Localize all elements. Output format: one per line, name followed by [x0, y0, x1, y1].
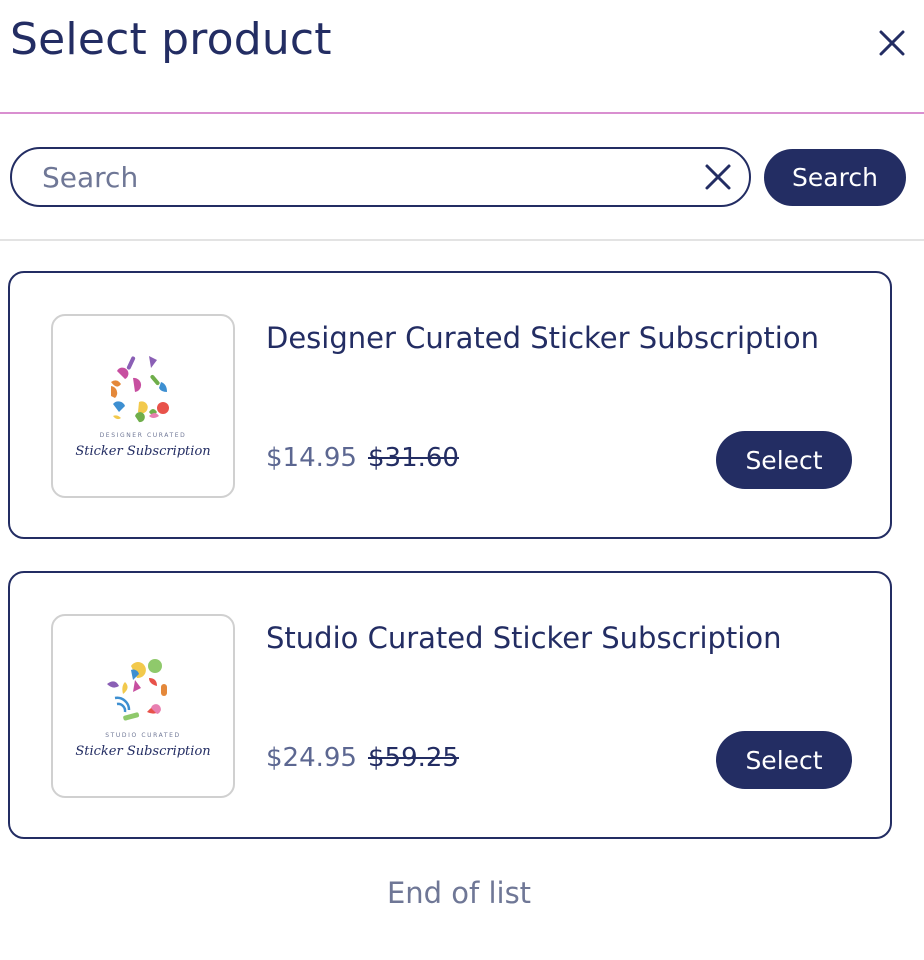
search-input[interactable]: [42, 155, 682, 199]
original-price: $31.60: [368, 443, 459, 473]
sticker-logo-image: STUDIO CURATED Sticker Subscription: [75, 659, 211, 759]
svg-text:DESIGNER CURATED: DESIGNER CURATED: [100, 432, 187, 439]
product-name: Studio Curated Sticker Subscription: [266, 621, 782, 655]
close-icon: [879, 30, 905, 56]
close-button[interactable]: [872, 23, 912, 63]
modal-header: Select product: [0, 0, 924, 114]
product-card: STUDIO CURATED Sticker Subscription Stud…: [8, 571, 892, 839]
clear-icon: [705, 164, 731, 190]
product-card: DESIGNER CURATED Sticker Subscription De…: [8, 271, 892, 539]
modal-title: Select product: [10, 14, 332, 65]
search-bar: Search: [0, 114, 924, 241]
sale-price: $14.95: [266, 443, 357, 473]
svg-text:STUDIO CURATED: STUDIO CURATED: [105, 732, 181, 739]
svg-text:Sticker Subscription: Sticker Subscription: [75, 444, 210, 459]
end-of-list-label: End of list: [386, 876, 532, 910]
product-thumbnail: DESIGNER CURATED Sticker Subscription: [51, 314, 235, 498]
sale-price: $24.95: [266, 743, 357, 773]
select-button[interactable]: Select: [716, 731, 852, 789]
product-thumbnail: STUDIO CURATED Sticker Subscription: [51, 614, 235, 798]
search-button[interactable]: Search: [764, 149, 906, 206]
svg-text:Sticker Subscription: Sticker Subscription: [75, 744, 210, 759]
product-name: Designer Curated Sticker Subscription: [266, 321, 819, 355]
clear-search-button[interactable]: [700, 159, 736, 195]
sticker-logo-image: DESIGNER CURATED Sticker Subscription: [75, 356, 211, 459]
search-field: [10, 147, 751, 207]
original-price: $59.25: [368, 743, 459, 773]
select-button[interactable]: Select: [716, 431, 852, 489]
